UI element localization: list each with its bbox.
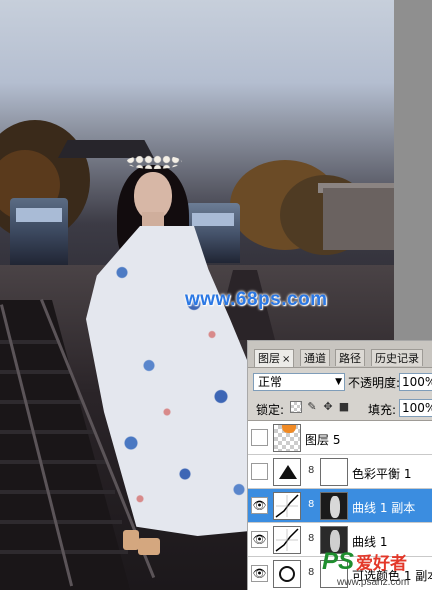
tab-label: 通道 bbox=[304, 352, 326, 365]
flower-wreath bbox=[126, 155, 182, 169]
orange-swatch bbox=[282, 425, 296, 433]
eye-icon[interactable]: 👁 bbox=[251, 497, 268, 514]
train-window bbox=[192, 213, 234, 226]
track-tie bbox=[0, 520, 122, 524]
blend-mode-select[interactable]: 正常 ▼ bbox=[253, 373, 345, 391]
fill-input[interactable]: 100% bbox=[399, 399, 432, 417]
curves-icon bbox=[273, 492, 301, 520]
train-window bbox=[16, 208, 62, 222]
layer-mask-thumbnail bbox=[320, 492, 348, 520]
layer-name: 曲线 1 副本 bbox=[352, 501, 416, 515]
opacity-input[interactable]: 100% bbox=[399, 373, 432, 391]
track-tie bbox=[0, 430, 96, 434]
circle-icon bbox=[279, 566, 295, 582]
canvas-background bbox=[394, 0, 432, 340]
selective-color-icon bbox=[273, 560, 301, 588]
shoe bbox=[123, 530, 139, 550]
mask-figure bbox=[330, 496, 340, 518]
site-url: www.psahz.com bbox=[337, 577, 410, 588]
tab-label: 历史记录 bbox=[375, 352, 419, 365]
link-icon: 8 bbox=[308, 533, 315, 544]
track-tie bbox=[0, 400, 84, 404]
link-icon: 8 bbox=[308, 567, 315, 578]
layer-name: 色彩平衡 1 bbox=[352, 467, 412, 481]
tab-label: 图层 bbox=[258, 352, 280, 365]
visibility-toggle[interactable] bbox=[251, 463, 268, 480]
eye-icon[interactable]: 👁 bbox=[251, 531, 268, 548]
layer-name: 图层 5 bbox=[305, 433, 341, 447]
tab-history[interactable]: 历史记录 bbox=[371, 349, 423, 366]
visibility-toggle[interactable] bbox=[251, 429, 268, 446]
curves-graph bbox=[275, 528, 299, 552]
shoe bbox=[138, 538, 160, 555]
link-icon: 8 bbox=[308, 499, 315, 510]
blend-mode-value: 正常 bbox=[258, 375, 283, 389]
building bbox=[323, 188, 394, 250]
panel-tabs: 图层 × 通道 路径 历史记录 bbox=[248, 341, 432, 368]
layer-mask-thumbnail bbox=[320, 458, 348, 486]
layer-row-color-balance[interactable]: 8 色彩平衡 1 bbox=[248, 455, 432, 489]
lock-transparency-icon[interactable] bbox=[290, 401, 302, 413]
link-icon: 8 bbox=[308, 465, 315, 476]
close-icon[interactable]: × bbox=[282, 354, 290, 365]
tab-label: 路径 bbox=[339, 352, 361, 365]
chevron-down-icon: ▼ bbox=[335, 377, 342, 387]
tab-channels[interactable]: 通道 bbox=[300, 349, 330, 366]
eye-icon[interactable]: 👁 bbox=[251, 565, 268, 582]
logo-text: PS bbox=[322, 548, 355, 575]
curves-icon bbox=[273, 526, 301, 554]
layer-row-layer5[interactable]: 图层 5 bbox=[248, 421, 432, 455]
site-logo: PS 爱好者 bbox=[322, 548, 407, 576]
layer-row-curves-copy[interactable]: 👁 8 曲线 1 副本 bbox=[248, 489, 432, 523]
fill-label: 填充: bbox=[368, 403, 397, 417]
track-tie bbox=[0, 490, 115, 494]
logo-cn: 爱好者 bbox=[356, 554, 408, 573]
tab-paths[interactable]: 路径 bbox=[335, 349, 365, 366]
track-tie bbox=[0, 460, 106, 464]
train-left bbox=[10, 198, 68, 268]
lock-icon[interactable]: ■ bbox=[338, 401, 350, 413]
opacity-label: 不透明度: bbox=[348, 376, 401, 390]
screenshot: www.68ps.com 图层 × 通道 路径 历史记录 正常 ▼ 不透明度: 1… bbox=[0, 0, 432, 590]
move-icon[interactable]: ✥ bbox=[322, 401, 334, 413]
track-tie bbox=[0, 370, 72, 374]
curves-graph bbox=[275, 494, 299, 518]
layer-thumbnail bbox=[273, 424, 301, 452]
adjustment-icon bbox=[273, 458, 301, 486]
brush-icon[interactable]: ✎ bbox=[306, 401, 318, 413]
watermark-text: www.68ps.com bbox=[185, 289, 328, 310]
tab-layers[interactable]: 图层 × bbox=[254, 349, 295, 367]
lock-label: 锁定: bbox=[256, 403, 285, 417]
color-balance-icon bbox=[279, 465, 297, 479]
